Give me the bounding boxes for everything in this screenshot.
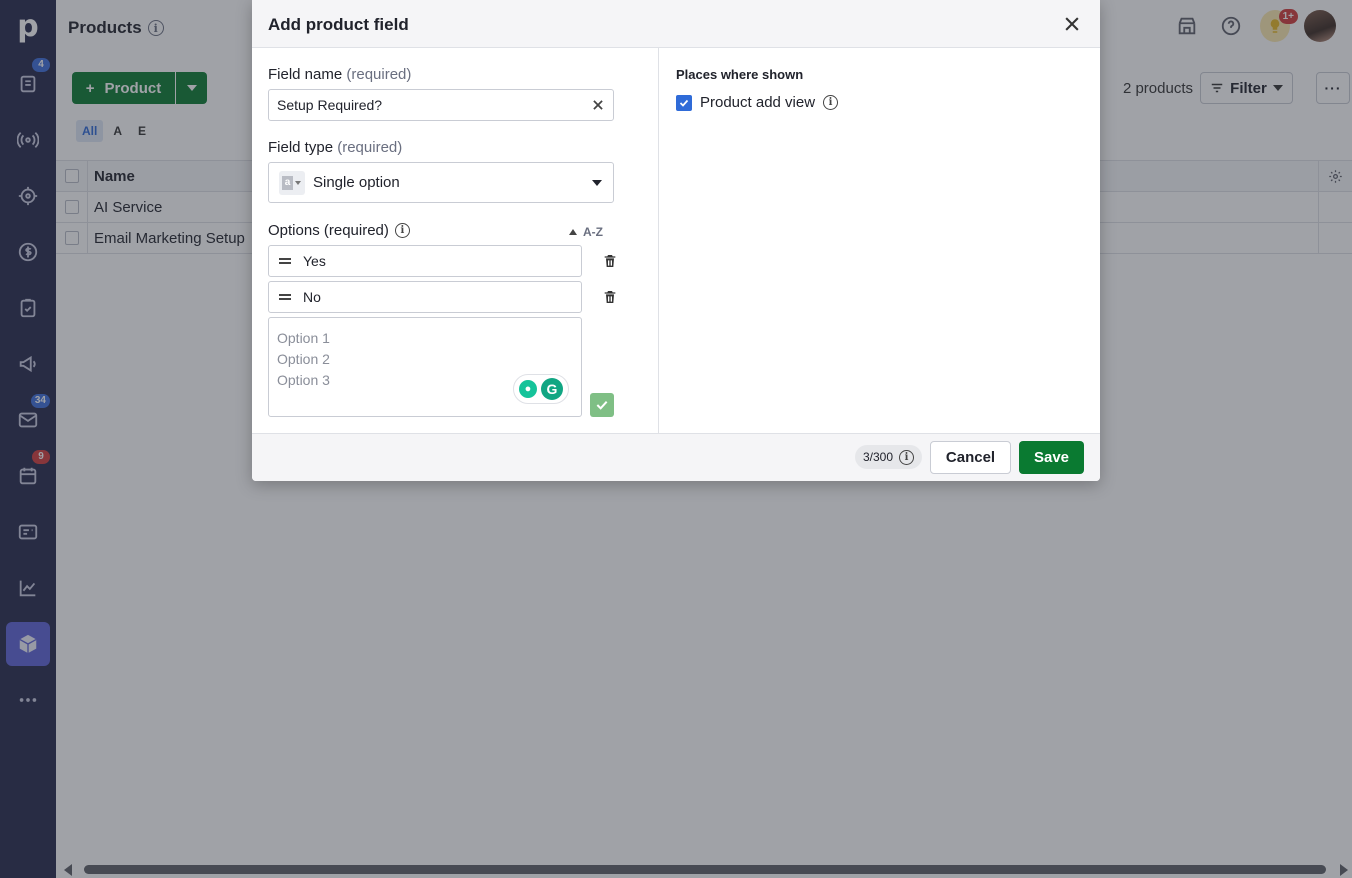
save-button[interactable]: Save [1019, 441, 1084, 474]
info-icon[interactable]: i [823, 95, 839, 110]
option-row-yes[interactable]: Yes [268, 245, 582, 277]
sort-up-icon [569, 229, 577, 235]
modal-header: Add product field [252, 0, 1100, 48]
grammarly-bulb-icon[interactable]: ● [519, 380, 537, 398]
new-options-textarea[interactable]: Option 1 Option 2 Option 3 ● G [268, 317, 582, 417]
add-product-field-modal: Add product field Field name (required) … [252, 0, 1100, 481]
grammarly-widget[interactable]: ● G [513, 374, 569, 404]
sort-az-label: A-Z [583, 225, 603, 239]
grammarly-logo-icon[interactable]: G [541, 378, 563, 400]
modal-footer: 3/300 i Cancel Save [252, 433, 1100, 481]
field-type-select[interactable]: a Single option [268, 162, 614, 203]
visibility-column: Places where shown Product add view i [660, 48, 1100, 434]
option-row-no[interactable]: No [268, 281, 582, 313]
places-option-product-add-view[interactable]: Product add view i [676, 94, 839, 111]
field-type-value: Single option [313, 174, 400, 191]
required-hint: (required) [346, 66, 412, 83]
single-option-icon-caret [295, 180, 301, 185]
character-count: 3/300 [862, 450, 893, 464]
option-value: Yes [303, 253, 326, 269]
character-count-badge: 3/300 i [854, 445, 922, 469]
product-add-view-label: Product add view [700, 94, 816, 111]
modal-title: Add product field [268, 15, 409, 34]
field-name-value: Setup Required? [277, 97, 383, 113]
product-add-view-checkbox[interactable] [676, 94, 692, 111]
check-icon [679, 99, 689, 107]
cancel-button[interactable]: Cancel [930, 441, 1011, 474]
option-value: No [303, 289, 321, 305]
chevron-down-icon [592, 180, 602, 186]
options-label: Options (required) i [268, 222, 410, 239]
field-name-label: Field name (required) [268, 66, 411, 83]
trash-icon[interactable] [602, 253, 618, 269]
field-type-label-text: Field type [268, 139, 334, 156]
single-option-icon-letter: a [282, 175, 293, 190]
field-name-input[interactable]: Setup Required? [268, 89, 614, 121]
info-icon[interactable]: i [394, 223, 410, 238]
check-icon [596, 400, 608, 410]
confirm-options-button[interactable] [590, 393, 614, 417]
single-option-icon: a [279, 170, 305, 195]
info-icon[interactable]: i [899, 449, 914, 465]
field-settings-column: Field name (required) Setup Required? Fi… [252, 48, 659, 434]
field-type-label: Field type (required) [268, 139, 402, 156]
modal-body: Field name (required) Setup Required? Fi… [252, 48, 1100, 434]
places-title: Places where shown [676, 67, 804, 82]
clear-input-icon[interactable] [591, 98, 605, 112]
close-icon[interactable] [1062, 14, 1082, 34]
options-label-text: Options (required) [268, 222, 389, 239]
trash-icon[interactable] [602, 289, 618, 305]
sort-az-button[interactable]: A-Z [569, 225, 603, 239]
required-hint: (required) [337, 139, 403, 156]
drag-handle-icon[interactable] [279, 294, 291, 300]
drag-handle-icon[interactable] [279, 258, 291, 264]
field-name-label-text: Field name [268, 66, 343, 83]
